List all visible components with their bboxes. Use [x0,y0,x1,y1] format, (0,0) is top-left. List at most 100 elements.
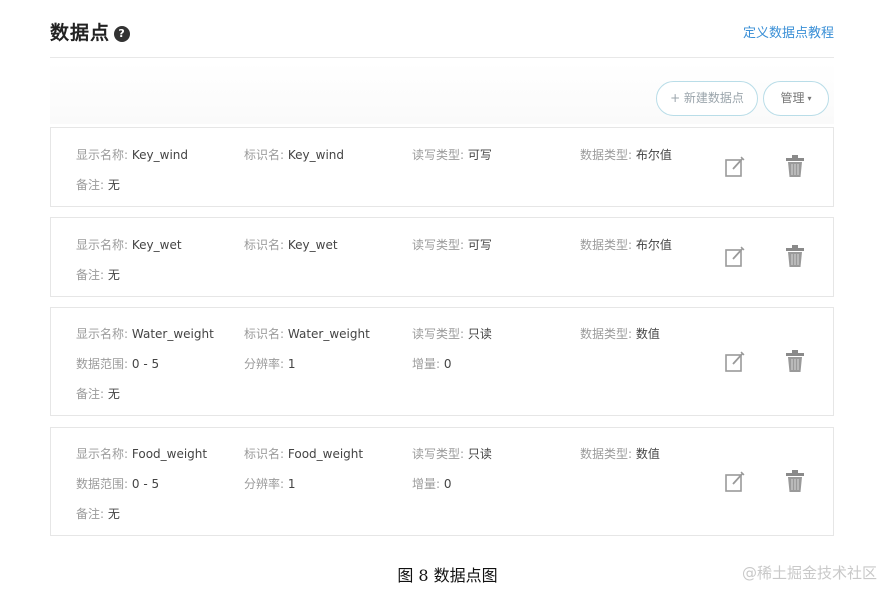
note-field: 备注: 无 [76,266,120,283]
data-type-label: 数据类型: [580,327,633,341]
resolution-value: 1 [287,477,296,491]
identifier-value: Key_wind [287,148,345,162]
data-type-value: 布尔值 [635,238,672,252]
rw-type-label: 读写类型: [412,327,465,341]
data-type-value: 数值 [635,447,660,461]
identifier-value: Key_wet [287,238,338,252]
increment-label: 增量: [412,357,441,371]
identifier-field: 标识名: Key_wet [244,236,338,253]
resolution-field: 分辨率: 1 [244,355,296,372]
data-type-label: 数据类型: [580,447,633,461]
identifier-label: 标识名: [244,148,285,162]
rw-type-value: 只读 [467,327,492,341]
identifier-label: 标识名: [244,327,285,341]
datapoint-card-water-weight: 显示名称: Water_weight 标识名: Water_weight 读写类… [50,307,834,416]
resolution-field: 分辨率: 1 [244,475,296,492]
data-type-field: 数据类型: 布尔值 [580,146,672,163]
data-type-label: 数据类型: [580,148,633,162]
resolution-label: 分辨率: [244,477,285,491]
range-value: 0 - 5 [131,477,160,491]
display-name-label: 显示名称: [76,238,129,252]
rw-type-label: 读写类型: [412,148,465,162]
datapoint-card-key-wind: 显示名称: Key_wind 标识名: Key_wind 读写类型: 可写 数据… [50,127,834,207]
edit-icon[interactable] [724,245,746,269]
identifier-field: 标识名: Key_wind [244,146,344,163]
help-icon[interactable]: ? [114,26,131,42]
rw-type-field: 读写类型: 只读 [412,325,492,342]
increment-label: 增量: [412,477,441,491]
increment-field: 增量: 0 [412,475,452,492]
identifier-label: 标识名: [244,447,285,461]
identifier-label: 标识名: [244,238,285,252]
chevron-down-icon: ▾ [807,94,812,103]
resolution-value: 1 [287,357,296,371]
page-header: 数据点? 定义数据点教程 [50,18,834,58]
identifier-value: Food_weight [287,447,364,461]
display-name-value: Key_wind [131,148,189,162]
edit-icon[interactable] [724,155,746,179]
data-type-field: 数据类型: 布尔值 [580,236,672,253]
range-field: 数据范围: 0 - 5 [76,355,159,372]
note-value: 无 [107,387,120,401]
note-label: 备注: [76,178,105,192]
note-value: 无 [107,178,120,192]
display-name-value: Water_weight [131,327,214,341]
rw-type-value: 可写 [467,238,492,252]
note-value: 无 [107,507,120,521]
increment-value: 0 [443,477,452,491]
range-field: 数据范围: 0 - 5 [76,475,159,492]
display-name-label: 显示名称: [76,447,129,461]
display-name-field: 显示名称: Food_weight [76,445,207,462]
toolbar: + 新建数据点 管理 ▾ [50,62,834,124]
display-name-field: 显示名称: Water_weight [76,325,214,342]
data-type-field: 数据类型: 数值 [580,445,660,462]
trash-icon[interactable] [784,154,806,178]
data-type-value: 布尔值 [635,148,672,162]
tutorial-link[interactable]: 定义数据点教程 [743,22,834,41]
note-field: 备注: 无 [76,385,120,402]
trash-icon[interactable] [784,244,806,268]
identifier-field: 标识名: Water_weight [244,325,370,342]
rw-type-value: 只读 [467,447,492,461]
increment-value: 0 [443,357,452,371]
watermark: @稀土掘金技术社区 [741,564,877,582]
rw-type-label: 读写类型: [412,238,465,252]
note-label: 备注: [76,387,105,401]
datapoint-card-key-wet: 显示名称: Key_wet 标识名: Key_wet 读写类型: 可写 数据类型… [50,217,834,297]
edit-icon[interactable] [724,470,746,494]
rw-type-field: 读写类型: 可写 [412,146,492,163]
range-label: 数据范围: [76,357,129,371]
identifier-field: 标识名: Food_weight [244,445,363,462]
new-datapoint-button[interactable]: + 新建数据点 [656,81,758,116]
data-type-value: 数值 [635,327,660,341]
rw-type-value: 可写 [467,148,492,162]
rw-type-field: 读写类型: 只读 [412,445,492,462]
display-name-label: 显示名称: [76,148,129,162]
manage-dropdown-button[interactable]: 管理 ▾ [763,81,829,116]
note-field: 备注: 无 [76,176,120,193]
note-label: 备注: [76,507,105,521]
display-name-value: Food_weight [131,447,208,461]
resolution-label: 分辨率: [244,357,285,371]
trash-icon[interactable] [784,349,806,373]
note-label: 备注: [76,268,105,282]
display-name-field: 显示名称: Key_wet [76,236,182,253]
trash-icon[interactable] [784,469,806,493]
range-value: 0 - 5 [131,357,160,371]
note-field: 备注: 无 [76,505,120,522]
note-value: 无 [107,268,120,282]
edit-icon[interactable] [724,350,746,374]
rw-type-field: 读写类型: 可写 [412,236,492,253]
rw-type-label: 读写类型: [412,447,465,461]
datapoint-card-food-weight: 显示名称: Food_weight 标识名: Food_weight 读写类型:… [50,427,834,536]
display-name-value: Key_wet [131,238,182,252]
page-title: 数据点? [50,18,131,45]
manage-label: 管理 [780,91,805,105]
display-name-label: 显示名称: [76,327,129,341]
data-type-label: 数据类型: [580,238,633,252]
data-type-field: 数据类型: 数值 [580,325,660,342]
display-name-field: 显示名称: Key_wind [76,146,188,163]
identifier-value: Water_weight [287,327,370,341]
range-label: 数据范围: [76,477,129,491]
increment-field: 增量: 0 [412,355,452,372]
